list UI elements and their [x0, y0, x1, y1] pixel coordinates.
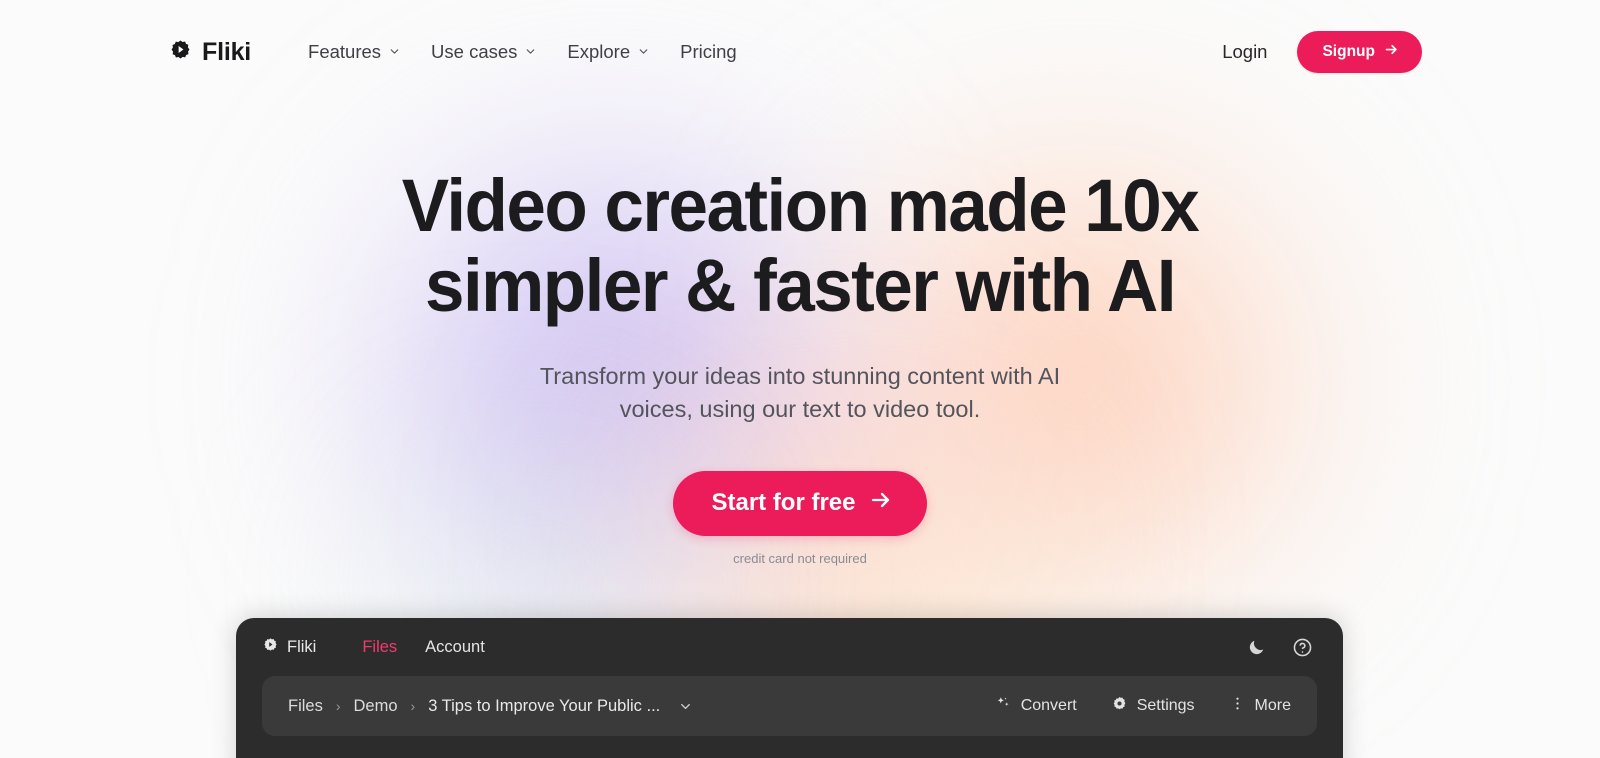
nav-item-use-cases-label: Use cases — [431, 41, 518, 62]
app-tab-files[interactable]: Files — [348, 632, 411, 663]
cta-container: Start for free credit card not required — [0, 470, 1600, 566]
arrow-right-icon — [869, 488, 893, 519]
chevron-down-icon[interactable] — [678, 699, 693, 714]
nav-item-use-cases[interactable]: Use cases — [416, 33, 552, 71]
gear-icon — [1111, 695, 1128, 717]
nav-item-features-label: Features — [308, 41, 382, 62]
start-for-free-button[interactable]: Start for free — [673, 470, 927, 536]
app-topbar: Fliki Files Account — [236, 618, 1343, 676]
breadcrumb-separator: › — [410, 698, 416, 714]
hero-title-line-2: simpler & faster with AI — [424, 243, 1177, 327]
breadcrumb-separator: › — [335, 698, 341, 714]
chevron-down-icon — [637, 41, 650, 63]
app-breadcrumb-bar: Files › Demo › 3 Tips to Improve Your Pu… — [262, 676, 1317, 736]
hero-subtitle-line-1: Transform your ideas into stunning conte… — [539, 362, 1061, 389]
convert-button-label: Convert — [1020, 697, 1077, 714]
main-navbar: Fliki Features Use cases Explore Pricing… — [0, 0, 1600, 104]
nav-item-features[interactable]: Features — [293, 33, 416, 71]
breadcrumb: Files › Demo › 3 Tips to Improve Your Pu… — [288, 697, 693, 716]
breadcrumb-item-files[interactable]: Files — [288, 697, 323, 716]
nav-links: Features Use cases Explore Pricing — [293, 33, 752, 71]
signup-button[interactable]: Signup — [1297, 31, 1422, 73]
hero-section: Video creation made 10x simpler & faster… — [0, 104, 1600, 566]
brand-logo[interactable]: Fliki — [168, 37, 251, 67]
app-brand-name: Fliki — [287, 637, 317, 656]
nav-item-explore-label: Explore — [567, 41, 631, 62]
signup-button-label: Signup — [1322, 43, 1375, 60]
fliki-gear-play-logo-icon — [262, 636, 279, 658]
cta-note: credit card not required — [733, 550, 867, 566]
app-tab-account[interactable]: Account — [411, 632, 499, 663]
hero-title-line-1: Video creation made 10x — [401, 164, 1200, 247]
settings-button[interactable]: Settings — [1111, 695, 1195, 717]
nav-item-explore[interactable]: Explore — [552, 33, 665, 71]
hero-subtitle: Transform your ideas into stunning conte… — [500, 360, 1100, 427]
moon-icon[interactable] — [1247, 638, 1266, 657]
app-topbar-actions — [1247, 637, 1317, 658]
hero-subtitle-line-2: voices, using our text to video tool. — [619, 396, 981, 423]
app-preview-panel: Fliki Files Account Files › Demo › 3 Tip… — [236, 618, 1343, 758]
convert-button[interactable]: Convert — [995, 695, 1077, 717]
arrow-right-icon — [1384, 42, 1399, 62]
app-brand-logo[interactable]: Fliki — [262, 636, 316, 658]
start-for-free-label: Start for free — [711, 489, 856, 517]
breadcrumb-item-current[interactable]: 3 Tips to Improve Your Public ... — [428, 697, 660, 716]
dots-vertical-icon — [1229, 695, 1246, 717]
page-title: Video creation made 10x simpler & faster… — [378, 166, 1223, 326]
navbar-actions: Login Signup — [1222, 31, 1422, 73]
more-button[interactable]: More — [1229, 695, 1291, 717]
fliki-gear-play-logo-icon — [168, 37, 193, 67]
app-toolbar: Convert Settings More — [995, 695, 1291, 717]
question-circle-icon[interactable] — [1292, 637, 1313, 658]
brand-name: Fliki — [202, 37, 252, 66]
nav-item-pricing[interactable]: Pricing — [665, 33, 752, 71]
nav-item-pricing-label: Pricing — [680, 41, 737, 62]
more-button-label: More — [1254, 697, 1291, 714]
sparkles-icon — [995, 695, 1012, 717]
settings-button-label: Settings — [1136, 697, 1195, 714]
chevron-down-icon — [388, 41, 401, 63]
login-link[interactable]: Login — [1222, 41, 1267, 63]
chevron-down-icon — [524, 41, 537, 63]
breadcrumb-item-demo[interactable]: Demo — [354, 697, 398, 716]
